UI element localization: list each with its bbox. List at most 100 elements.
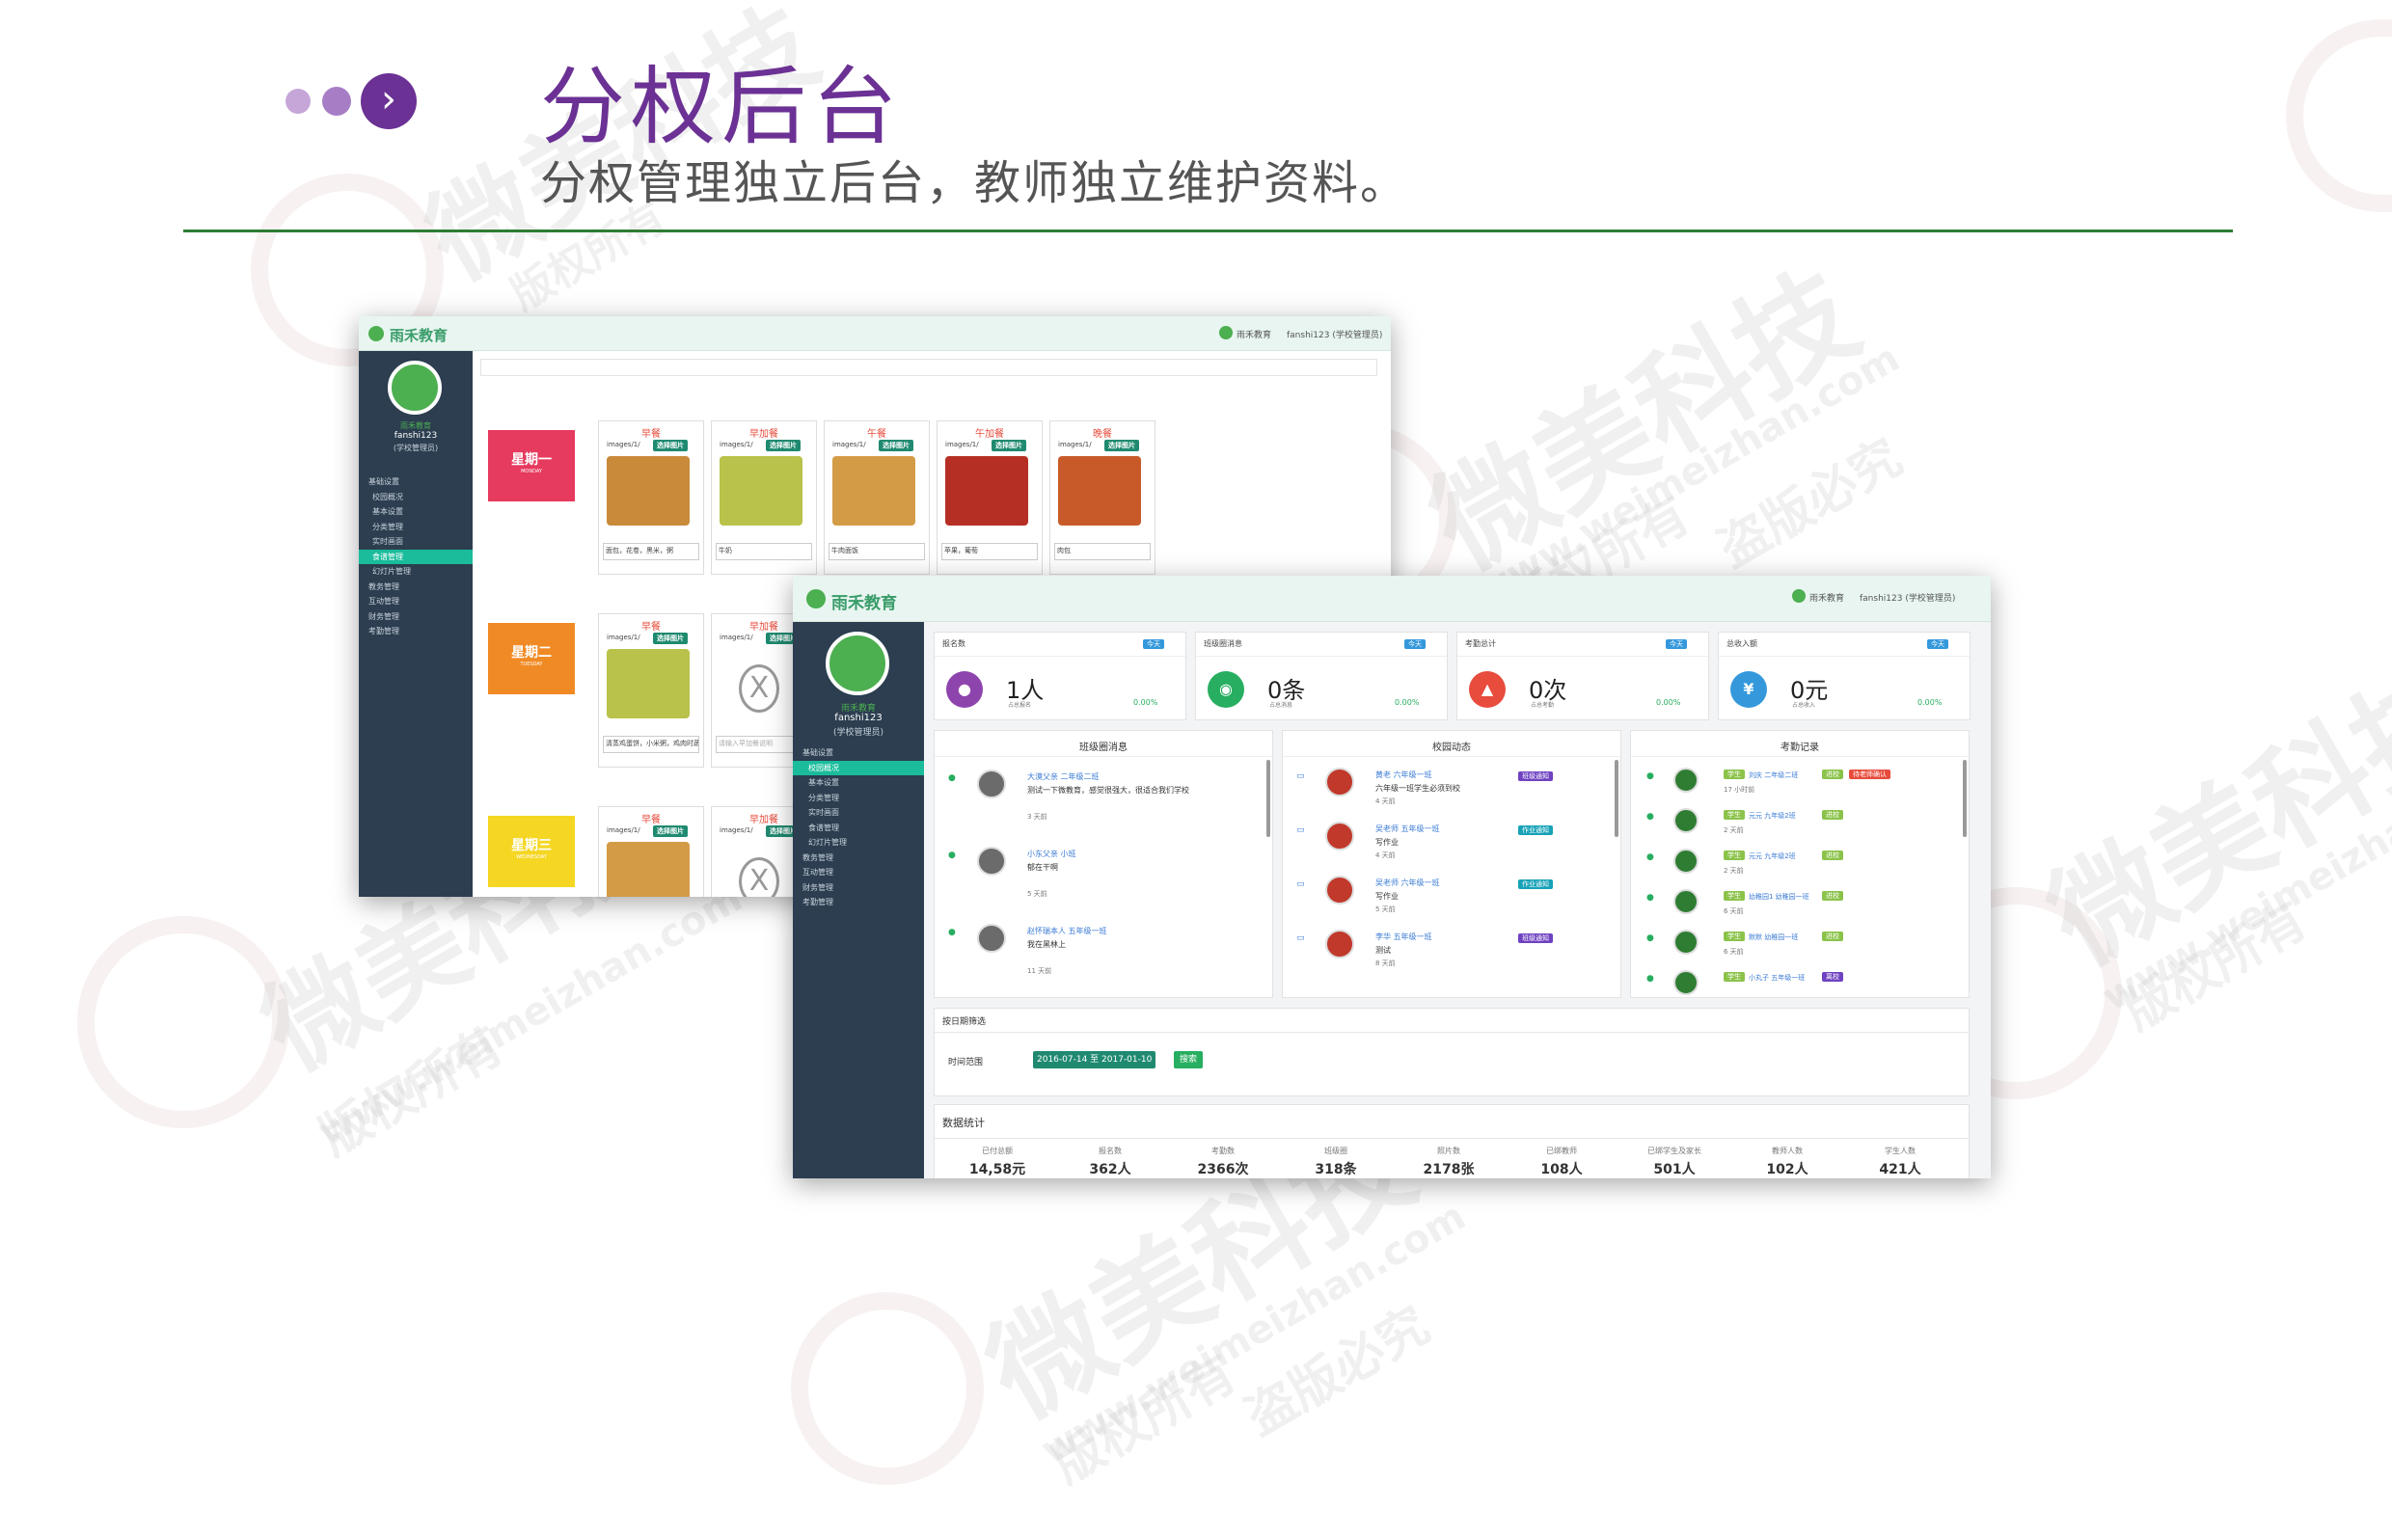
stat-number: 362人 [1089, 1162, 1131, 1177]
post-text: 测试一下微教育，感觉很强大，很适合我们学校 [1027, 786, 1189, 795]
date-filter-panel: 按日期筛选 时间范围 2016-07-14 至 2017-01-10 搜索 [934, 1008, 1970, 1096]
sidebar-item[interactable]: 食谱管理 [793, 821, 924, 835]
day-label: 星期二 TUESDAY [488, 623, 575, 694]
sidebar-item[interactable]: 分类管理 [359, 520, 473, 534]
stat-badge: 今天 [1143, 639, 1164, 649]
sidebar-item[interactable]: 食谱管理 [359, 549, 473, 564]
choose-image-button[interactable]: 选择图片 [766, 440, 801, 451]
stat-number: 2366次 [1197, 1162, 1249, 1177]
scrollbar[interactable] [1615, 760, 1618, 837]
page-title: 分权后台 [540, 57, 904, 156]
attendance-tag: 离校 [1822, 972, 1843, 982]
choose-image-button[interactable]: 选择图片 [653, 440, 688, 451]
stat-title: 考勤总计 [1465, 639, 1496, 648]
avatar [977, 924, 1006, 953]
recipe-card: 午餐 images/1/选择图片 牛肉面饭 [824, 420, 930, 575]
decor-dot [322, 87, 351, 116]
stat-number: 421人 [1879, 1162, 1921, 1177]
choose-image-button[interactable]: 选择图片 [879, 440, 913, 451]
front-topbar: 雨禾教育 雨禾教育 fanshi123 (学校管理员) [793, 576, 1991, 622]
sidebar-item[interactable]: 实时画面 [793, 805, 924, 820]
image-path: images/1/ [945, 441, 979, 448]
sidebar-item[interactable]: 幻灯片管理 [793, 835, 924, 850]
school-switch[interactable]: 雨禾教育 [1237, 328, 1271, 340]
meal-description-input[interactable]: 牛奶 [716, 543, 812, 560]
stat-label: 教师人数 [1772, 1147, 1803, 1155]
stat-number: 14,58元 [968, 1162, 1026, 1177]
sidebar-item[interactable]: 财务管理 [793, 880, 924, 895]
attendance-time: 2 天前 [1724, 826, 1744, 834]
user-menu[interactable]: fanshi123 (学校管理员) [1860, 591, 1955, 604]
day-sub: TUESDAY [520, 662, 543, 667]
meal-description-input[interactable]: 清蒸鸡蛋饼，小米粥，鸡肉时蔬菜 [603, 736, 699, 753]
sidebar-item[interactable]: 考勤管理 [359, 624, 473, 638]
stat-number: 2178张 [1423, 1162, 1475, 1177]
sidebar-item[interactable]: 教务管理 [793, 851, 924, 865]
user-role: (学校管理员) [393, 444, 439, 452]
avatar [977, 770, 1006, 798]
chevron-right-icon: › [361, 73, 417, 129]
sidebar-item[interactable]: 财务管理 [359, 609, 473, 624]
sidebar-item[interactable]: 分类管理 [793, 791, 924, 805]
stat-label: 考勤数 [1211, 1147, 1235, 1155]
stat-divider [935, 656, 1185, 657]
school-icon [1792, 589, 1806, 603]
sidebar-item[interactable]: 互动管理 [793, 865, 924, 879]
sidebar-item[interactable]: 基础设置 [793, 745, 924, 760]
post-text: 我在黑林上 [1027, 940, 1066, 949]
sidebar-item[interactable]: 基本设置 [359, 504, 473, 519]
image-path: images/1/ [720, 634, 753, 641]
sidebar-item[interactable]: 实时画面 [359, 534, 473, 549]
sidebar-item[interactable]: 校园概况 [359, 490, 473, 504]
stat-title: 报名数 [942, 639, 965, 648]
attendance-name: 幼稚园1 幼稚园一班 [1749, 893, 1809, 901]
choose-image-button[interactable]: 选择图片 [653, 633, 688, 644]
watermark-url: www.weimeizhan.com [2094, 741, 2392, 1020]
empty-image-icon: X [739, 664, 779, 713]
recipe-card: 早餐 images/1/选择图片 清蒸鸡蛋饼，小米粥，鸡肉时蔬菜 [598, 613, 704, 768]
food-photo [720, 456, 802, 526]
recipe-card: 晚餐 images/1/选择图片 肉包 [1049, 420, 1155, 575]
who-tag: 学生 [1724, 932, 1745, 941]
attendance-name: 默默 幼稚园一班 [1749, 933, 1799, 941]
school-switch[interactable]: 雨禾教育 [1809, 591, 1844, 604]
attendance-tag: 进校 [1822, 851, 1843, 860]
sidebar-item[interactable]: 校园概况 [793, 760, 924, 775]
scrollbar[interactable] [1266, 760, 1270, 837]
user-menu[interactable]: fanshi123 (学校管理员) [1287, 328, 1382, 340]
news-author: 黄老 六年级一班 [1375, 770, 1432, 779]
meal-description-input[interactable]: 牛肉面饭 [829, 543, 925, 560]
meal-name: 早餐 [641, 429, 661, 440]
front-sidebar: 雨禾教育 fanshi123 (学校管理员) 基础设置 校园概况 基本设置 分类管理实… [793, 622, 924, 1178]
choose-image-button[interactable]: 选择图片 [653, 825, 688, 837]
sidebar-item[interactable]: 基础设置 [359, 474, 473, 489]
sidebar-item[interactable]: 考勤管理 [793, 895, 924, 909]
sidebar-item[interactable]: 基本设置 [793, 775, 924, 790]
who-tag: 学生 [1724, 851, 1745, 860]
meal-description-input[interactable]: 肉包 [1054, 543, 1151, 560]
attendance-name: 元元 九年级2班 [1749, 812, 1796, 820]
brand-name: 雨禾教育 [390, 327, 448, 344]
post-text: 郁在干啊 [1027, 863, 1058, 872]
search-button[interactable]: 搜索 [1174, 1051, 1203, 1068]
day-sub: WEDNESDAY [516, 854, 547, 860]
date-range-input[interactable]: 2016-07-14 至 2017-01-10 [1033, 1051, 1156, 1068]
sidebar-item[interactable]: 教务管理 [359, 580, 473, 594]
sidebar-item[interactable]: 互动管理 [359, 594, 473, 608]
empty-image-icon: X [739, 857, 779, 897]
choose-image-button[interactable]: 选择图片 [1104, 440, 1139, 451]
post-time: 11 天前 [1027, 967, 1052, 975]
watermark-url: www.weimeizhan.com [310, 876, 750, 1155]
stat-number: 501人 [1653, 1162, 1696, 1177]
news-time: 4 天前 [1375, 797, 1396, 805]
choose-image-button[interactable]: 选择图片 [992, 440, 1026, 451]
sidebar-item[interactable]: 幻灯片管理 [359, 564, 473, 579]
meal-description-input[interactable]: 面包，花卷，黑米，粥 [603, 543, 699, 560]
meal-description-input[interactable]: 苹果，葡萄 [941, 543, 1038, 560]
news-tag: 作业通知 [1518, 825, 1553, 835]
news-text: 测试 [1375, 946, 1391, 955]
scrollbar[interactable] [1963, 760, 1967, 837]
confirm-tag: 待老师确认 [1849, 770, 1890, 779]
food-photo [607, 456, 690, 526]
back-sidebar: 雨禾教育 fanshi123 (学校管理员) 基础设置 校园概况 基本设置 分类管理实… [359, 351, 473, 897]
